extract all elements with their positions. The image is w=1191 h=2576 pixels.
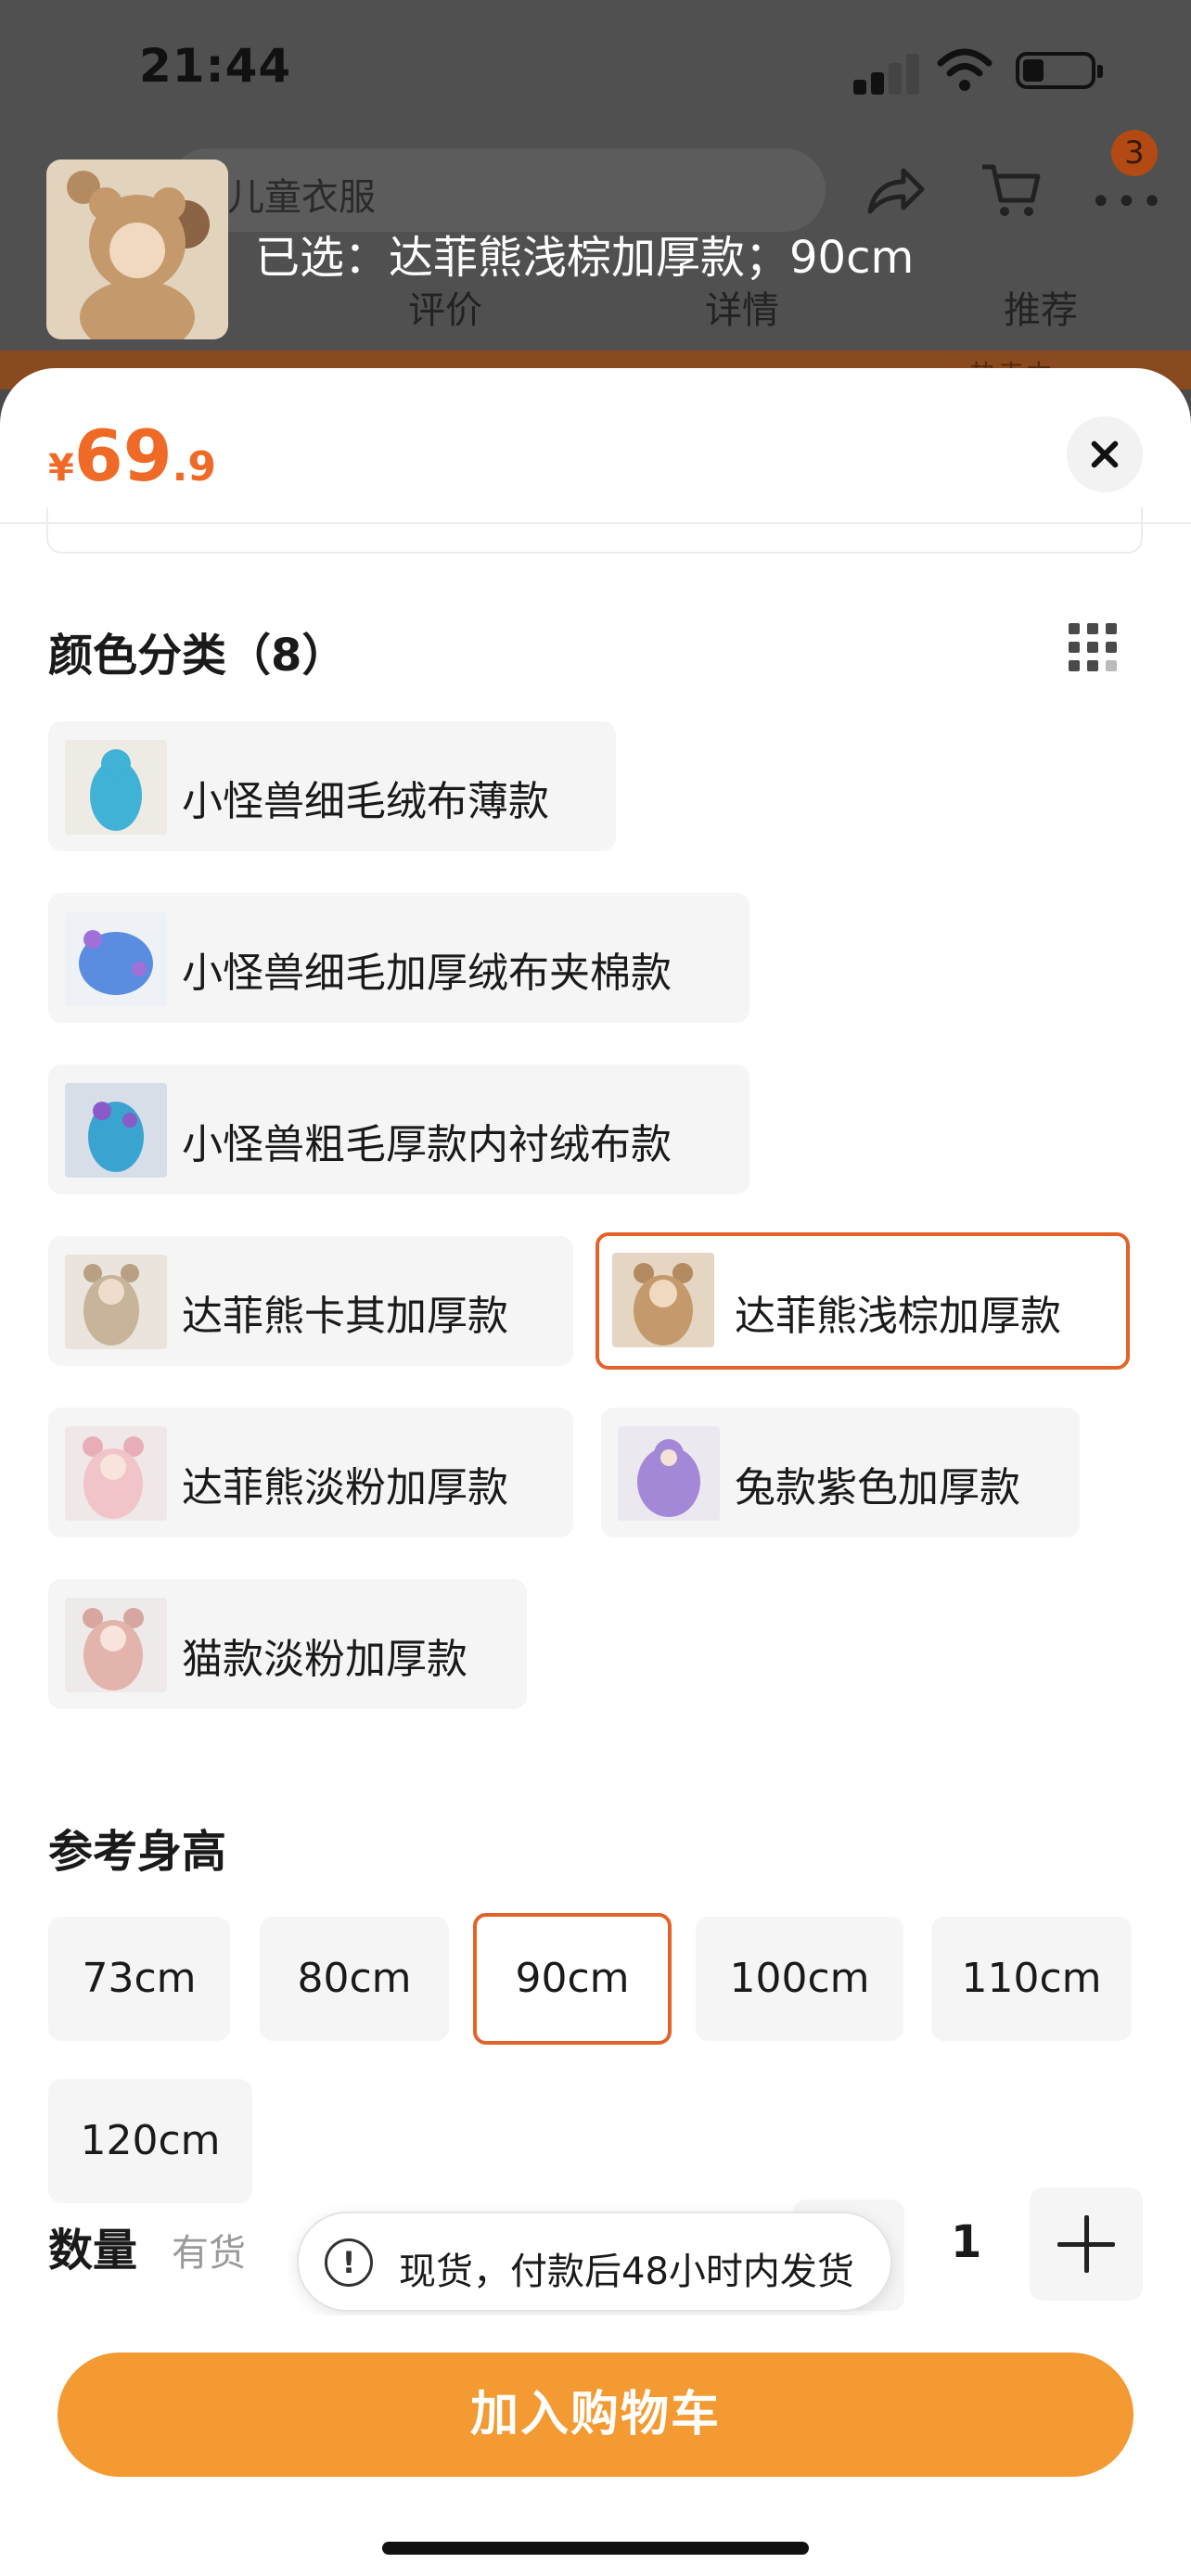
size-option-label: 100cm	[729, 1955, 870, 2002]
quantity-increase-button[interactable]	[1030, 2187, 1143, 2301]
home-indicator	[382, 2542, 809, 2555]
cart-badge: 3	[1111, 130, 1158, 176]
size-options-row: 73cm 80cm 90cm 100cm 110cm	[0, 1913, 1191, 2045]
size-option-label: 120cm	[80, 2117, 221, 2164]
tab-reviews: 评价	[408, 289, 482, 332]
size-option-selected[interactable]: 90cm	[473, 1913, 672, 2045]
close-button[interactable]	[1067, 416, 1143, 492]
price-decimal: .9	[172, 443, 216, 491]
size-option-label: 90cm	[515, 1955, 630, 2002]
add-to-cart-button[interactable]: 加入购物车	[58, 2353, 1133, 2477]
color-option-label: 小怪兽粗毛厚款内衬绒布款	[182, 1121, 672, 1168]
color-section-title: 颜色分类（8）	[48, 630, 347, 682]
option-thumbnail	[65, 1426, 167, 1521]
color-option[interactable]: 猫款淡粉加厚款	[48, 1579, 527, 1709]
color-option-label: 小怪兽细毛加厚绒布夹棉款	[182, 950, 672, 997]
color-option-label: 兔款紫色加厚款	[735, 1464, 1020, 1511]
color-option[interactable]: 小怪兽细毛加厚绒布夹棉款	[48, 893, 749, 1023]
color-option-label: 达菲熊浅棕加厚款	[735, 1293, 1061, 1340]
color-option-label: 达菲熊卡其加厚款	[182, 1293, 508, 1340]
option-thumbnail	[65, 1255, 167, 1349]
color-option[interactable]: 小怪兽细毛绒布薄款	[48, 721, 616, 851]
option-thumbnail	[612, 1253, 714, 1347]
scrolled-card-edge	[46, 507, 1143, 554]
selected-product-image[interactable]	[46, 159, 228, 339]
option-thumbnail	[65, 1598, 167, 1692]
option-thumbnail	[65, 1083, 167, 1178]
price-integer: 69	[73, 414, 173, 497]
shipping-toast: ! 现货，付款后48小时内发货	[297, 2212, 892, 2312]
size-option[interactable]: 80cm	[260, 1917, 449, 2041]
color-option-label: 猫款淡粉加厚款	[182, 1636, 467, 1683]
price: ¥69.9	[48, 414, 216, 497]
status-time: 21:44	[139, 39, 292, 93]
tab-details: 详情	[705, 289, 779, 332]
sku-selection-sheet: ¥69.9 颜色分类（8） 小怪兽细毛绒布薄款 小怪兽细毛加厚绒布夹棉款 小怪兽…	[0, 368, 1191, 2576]
share-icon	[867, 168, 925, 214]
battery-icon	[1016, 52, 1103, 89]
color-option[interactable]: 达菲熊卡其加厚款	[48, 1236, 573, 1366]
option-thumbnail	[65, 740, 167, 835]
color-option[interactable]: 达菲熊淡粉加厚款	[48, 1408, 573, 1537]
option-thumbnail	[65, 912, 167, 1006]
size-option-label: 80cm	[297, 1955, 412, 2002]
header-divider	[0, 522, 1191, 524]
color-option[interactable]: 兔款紫色加厚款	[601, 1408, 1080, 1537]
info-icon: !	[325, 2238, 373, 2287]
stock-status: 有货	[172, 2232, 246, 2275]
size-option[interactable]: 100cm	[696, 1917, 903, 2041]
color-option-label: 小怪兽细毛绒布薄款	[182, 778, 549, 825]
size-option-label: 73cm	[82, 1955, 197, 2002]
wifi-icon	[937, 48, 992, 91]
option-thumbnail	[618, 1426, 720, 1521]
signal-icon	[853, 52, 920, 95]
size-option[interactable]: 120cm	[48, 2079, 252, 2203]
color-option-selected[interactable]: 达菲熊浅棕加厚款	[596, 1232, 1130, 1370]
size-section-title: 参考身高	[48, 1826, 227, 1878]
toast-text: 现货，付款后48小时内发货	[399, 2251, 854, 2293]
size-option[interactable]: 73cm	[48, 1917, 230, 2041]
more-icon: •••	[1090, 181, 1167, 223]
size-option-label: 110cm	[961, 1955, 1102, 2002]
grid-view-icon[interactable]	[1069, 623, 1117, 671]
color-option-label: 达菲熊淡粉加厚款	[182, 1464, 508, 1511]
price-currency: ¥	[48, 447, 74, 490]
tab-recommend: 推荐	[1004, 289, 1078, 332]
status-bar: 21:44	[0, 0, 1191, 139]
selection-summary: 已选：达菲熊浅棕加厚款；90cm	[255, 232, 915, 284]
quantity-value[interactable]: 1	[951, 2216, 981, 2268]
quantity-title: 数量	[48, 2225, 138, 2276]
cart-icon	[982, 164, 1041, 216]
size-option[interactable]: 110cm	[931, 1917, 1132, 2041]
color-option[interactable]: 小怪兽粗毛厚款内衬绒布款	[48, 1065, 749, 1194]
background-search-text: 儿童衣服	[227, 176, 376, 219]
